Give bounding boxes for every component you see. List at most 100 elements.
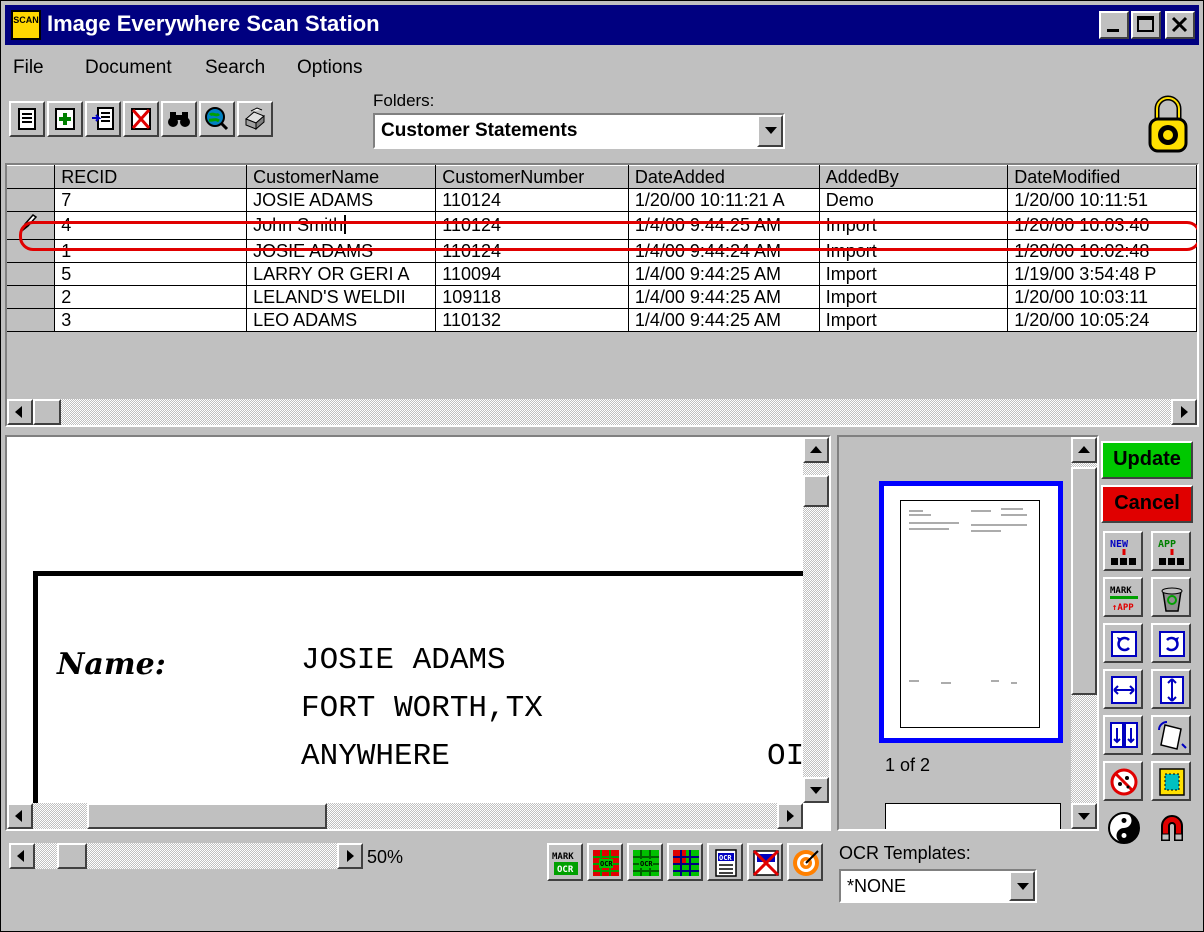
update-button[interactable]: Update [1101,441,1193,479]
column-header-datemodified[interactable]: DateModified [1007,165,1197,189]
zoom-slider[interactable] [9,843,363,869]
column-header-dateadded[interactable]: DateAdded [628,165,820,189]
append-document-button[interactable]: APP [1151,531,1191,571]
row-selector[interactable] [7,285,56,309]
find-button[interactable] [161,101,197,137]
properties-button[interactable] [85,101,121,137]
cell-datemodified[interactable]: 1/20/00 10:03:40 [1007,211,1197,240]
table-row[interactable]: 7 JOSIE ADAMS 110124 1/20/00 10:11:21 A … [7,188,1197,212]
cell-dateadded[interactable]: 1/4/00 9:44:25 AM [628,308,820,332]
cell-dateadded[interactable]: 1/4/00 9:44:25 AM [628,285,820,309]
table-row[interactable]: 2 LELAND'S WELDII 109118 1/4/00 9:44:25 … [7,285,1197,309]
ocr-scan-button[interactable]: OCR [707,843,743,881]
cell-dateadded[interactable]: 1/4/00 9:44:24 AM [628,239,820,263]
menu-file[interactable]: File [13,57,44,79]
table-row[interactable]: 5 LARRY OR GERI A 110094 1/4/00 9:44:25 … [7,262,1197,286]
recycle-button[interactable] [1151,577,1191,617]
padlock-icon[interactable] [1147,95,1189,158]
table-row[interactable]: 1 JOSIE ADAMS 110124 1/4/00 9:44:24 AM I… [7,239,1197,263]
cancel-button[interactable]: Cancel [1101,485,1193,523]
mark-append-button[interactable]: MARK ↑APP [1103,577,1143,617]
cell-customername-editing[interactable]: John Smith [246,211,437,240]
scroll-right-button[interactable] [1171,399,1197,425]
cell-recid[interactable]: 4 [54,211,248,240]
crop-button[interactable] [1151,761,1191,801]
scroll-up-button[interactable] [1071,437,1097,463]
delete-button[interactable] [123,101,159,137]
maximize-button[interactable] [1131,11,1161,39]
rotate-left-button[interactable] [1103,623,1143,663]
zoom-slider-thumb[interactable] [57,843,87,869]
document-list-button[interactable] [9,101,45,137]
cell-datemodified[interactable]: 1/20/00 10:11:51 [1007,188,1197,212]
ocr-zone-button[interactable]: OCR [587,843,623,881]
scroll-thumb[interactable] [87,803,327,829]
rotate-right-button[interactable] [1151,623,1191,663]
target-button[interactable] [787,843,823,881]
cell-dateadded[interactable]: 1/4/00 9:44:25 AM [628,211,820,240]
cell-datemodified[interactable]: 1/20/00 10:03:11 [1007,285,1197,309]
row-selector[interactable] [7,188,56,212]
cell-customernumber[interactable]: 109118 [435,285,629,309]
cell-customername[interactable]: LEO ADAMS [246,308,437,332]
chevron-down-icon[interactable] [1009,871,1035,901]
zoom-in-button[interactable] [337,843,363,869]
zoom-out-button[interactable] [9,843,35,869]
column-header-recid[interactable]: RECID [54,165,248,189]
page-thumbnail-selected[interactable] [879,481,1063,743]
cell-customername[interactable]: JOSIE ADAMS [246,239,437,263]
cell-recid[interactable]: 3 [54,308,248,332]
add-button[interactable] [47,101,83,137]
scroll-down-button[interactable] [1071,803,1097,829]
cell-customername-value[interactable]: John Smith [253,215,343,235]
column-header-customername[interactable]: CustomerName [246,165,437,189]
mark-ocr-button[interactable]: MARK OCR [547,843,583,881]
cell-customernumber[interactable]: 110094 [435,262,629,286]
cell-recid[interactable]: 2 [54,285,248,309]
scan-app-icon[interactable]: SCAN [11,10,41,40]
column-header-addedby[interactable]: AddedBy [819,165,1009,189]
cell-recid[interactable]: 1 [54,239,248,263]
grid-horizontal-scrollbar[interactable] [7,399,1197,425]
folders-dropdown[interactable]: Customer Statements [373,113,785,149]
cell-addedby[interactable]: Import [819,211,1009,240]
column-header-customernumber[interactable]: CustomerNumber [435,165,629,189]
ocr-grid-button[interactable] [667,843,703,881]
cell-customernumber[interactable]: 110132 [435,308,629,332]
cell-recid[interactable]: 5 [54,262,248,286]
print-button[interactable] [237,101,273,137]
fit-height-button[interactable] [1151,669,1191,709]
ocr-templates-dropdown[interactable]: *NONE [839,869,1037,903]
menu-options[interactable]: Options [297,57,362,79]
cell-datemodified[interactable]: 1/20/00 10:02:48 [1007,239,1197,263]
page-thumbnail-next[interactable] [885,803,1061,829]
cell-addedby[interactable]: Import [819,239,1009,263]
minimize-button[interactable] [1099,11,1129,39]
deskew-button[interactable] [1151,715,1191,755]
cell-addedby[interactable]: Import [819,308,1009,332]
row-selector[interactable] [7,262,56,286]
cell-addedby[interactable]: Demo [819,188,1009,212]
scroll-left-button[interactable] [7,803,33,829]
cell-customernumber[interactable]: 110124 [435,188,629,212]
web-search-button[interactable] [199,101,235,137]
row-selector[interactable] [7,308,56,332]
fit-width-button[interactable] [1103,669,1143,709]
scroll-right-button[interactable] [777,803,803,829]
cell-recid[interactable]: 7 [54,188,248,212]
cell-customername[interactable]: JOSIE ADAMS [246,188,437,212]
close-button[interactable] [1165,11,1195,39]
scroll-thumb[interactable] [33,399,61,425]
scroll-left-button[interactable] [7,399,33,425]
ocr-page-button[interactable]: OCR [627,843,663,881]
chevron-down-icon[interactable] [757,115,783,147]
cell-datemodified[interactable]: 1/19/00 3:54:48 P [1007,262,1197,286]
thumbnail-vertical-scrollbar[interactable] [1071,437,1097,829]
cell-dateadded[interactable]: 1/4/00 9:44:25 AM [628,262,820,286]
despeckle-button[interactable] [1103,761,1143,801]
image-vertical-scrollbar[interactable] [803,437,829,803]
cell-customername[interactable]: LELAND'S WELDII [246,285,437,309]
menu-search[interactable]: Search [205,57,265,79]
cell-dateadded[interactable]: 1/20/00 10:11:21 A [628,188,820,212]
cell-customername[interactable]: LARRY OR GERI A [246,262,437,286]
